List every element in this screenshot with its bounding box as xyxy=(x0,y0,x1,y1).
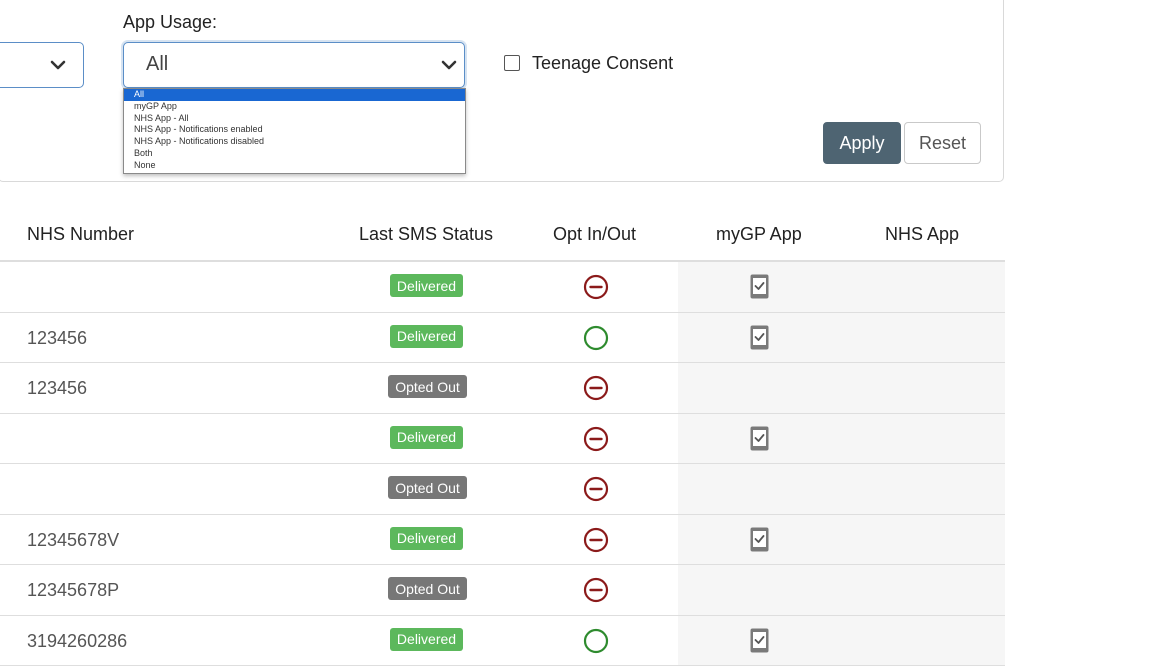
minus-circle-icon xyxy=(583,274,609,300)
app-columns-background xyxy=(678,616,1005,666)
app-usage-select[interactable]: All xyxy=(123,42,465,88)
phone-check-icon xyxy=(750,527,769,552)
phone-check-icon xyxy=(750,325,769,350)
teenage-consent-label: Teenage Consent xyxy=(532,53,673,74)
phone-check-icon xyxy=(750,426,769,451)
chevron-down-icon xyxy=(48,55,68,75)
app-usage-selected-value: All xyxy=(146,53,168,76)
table-body: Delivered 123456 Delivered 123456 Opted Out D… xyxy=(0,262,1005,666)
sms-status-badge: Opted Out xyxy=(388,375,467,398)
apply-button[interactable]: Apply xyxy=(823,122,901,164)
sms-status-badge: Delivered xyxy=(390,527,463,550)
dropdown-option[interactable]: NHS App - All xyxy=(124,113,465,125)
dropdown-option[interactable]: None xyxy=(124,160,465,172)
dropdown-option[interactable]: NHS App - Notifications disabled xyxy=(124,136,465,148)
table-row[interactable]: 123456 Delivered xyxy=(0,313,1005,364)
app-columns-background xyxy=(678,515,1005,565)
reset-button[interactable]: Reset xyxy=(904,122,981,164)
dropdown-option[interactable]: All xyxy=(124,89,465,101)
teenage-consent-checkbox[interactable] xyxy=(504,55,520,71)
table-row[interactable]: Opted Out xyxy=(0,464,1005,515)
circle-icon xyxy=(583,325,609,351)
nhs-number-cell: 12345678P xyxy=(27,580,119,601)
nhs-number-cell: 123456 xyxy=(27,378,87,399)
sms-status-badge: Opted Out xyxy=(388,476,467,499)
chevron-down-icon xyxy=(439,55,459,75)
app-columns-background xyxy=(678,414,1005,464)
minus-circle-icon xyxy=(583,527,609,553)
header-opt-in-out[interactable]: Opt In/Out xyxy=(553,224,636,245)
nhs-number-cell: 3194260286 xyxy=(27,631,127,652)
phone-check-icon xyxy=(750,628,769,653)
dropdown-option[interactable]: Both xyxy=(124,148,465,160)
sms-status-badge: Delivered xyxy=(390,426,463,449)
minus-circle-icon xyxy=(583,375,609,401)
table-row[interactable]: Delivered xyxy=(0,262,1005,313)
header-nhs-number[interactable]: NHS Number xyxy=(27,224,134,245)
table-row[interactable]: 12345678P Opted Out xyxy=(0,565,1005,616)
sms-status-badge: Opted Out xyxy=(388,577,467,600)
app-columns-background xyxy=(678,464,1005,514)
app-columns-background xyxy=(678,565,1005,615)
circle-icon xyxy=(583,628,609,654)
table-row[interactable]: 123456 Opted Out xyxy=(0,363,1005,414)
app-columns-background xyxy=(678,262,1005,312)
header-mygp-app[interactable]: myGP App xyxy=(716,224,802,245)
filter-select-left[interactable] xyxy=(0,42,84,88)
header-nhs-app[interactable]: NHS App xyxy=(885,224,959,245)
table-row[interactable]: 12345678V Delivered xyxy=(0,515,1005,566)
dropdown-option[interactable]: myGP App xyxy=(124,101,465,113)
phone-check-icon xyxy=(750,274,769,299)
app-usage-dropdown-list: AllmyGP AppNHS App - AllNHS App - Notifi… xyxy=(123,88,466,174)
sms-status-badge: Delivered xyxy=(390,274,463,297)
teenage-consent: Teenage Consent xyxy=(504,52,673,74)
nhs-number-cell: 12345678V xyxy=(27,530,119,551)
minus-circle-icon xyxy=(583,577,609,603)
app-usage-label: App Usage: xyxy=(123,12,217,33)
results-table: NHS Number Last SMS Status Opt In/Out my… xyxy=(0,210,1005,666)
minus-circle-icon xyxy=(583,476,609,502)
minus-circle-icon xyxy=(583,426,609,452)
nhs-number-cell: 123456 xyxy=(27,328,87,349)
header-last-sms-status[interactable]: Last SMS Status xyxy=(359,224,493,245)
sms-status-badge: Delivered xyxy=(390,628,463,651)
dropdown-option[interactable]: NHS App - Notifications enabled xyxy=(124,124,465,136)
table-row[interactable]: Delivered xyxy=(0,414,1005,465)
sms-status-badge: Delivered xyxy=(390,325,463,348)
app-columns-background xyxy=(678,313,1005,363)
table-row[interactable]: 3194260286 Delivered xyxy=(0,616,1005,666)
app-columns-background xyxy=(678,363,1005,413)
table-header: NHS Number Last SMS Status Opt In/Out my… xyxy=(0,210,1005,262)
